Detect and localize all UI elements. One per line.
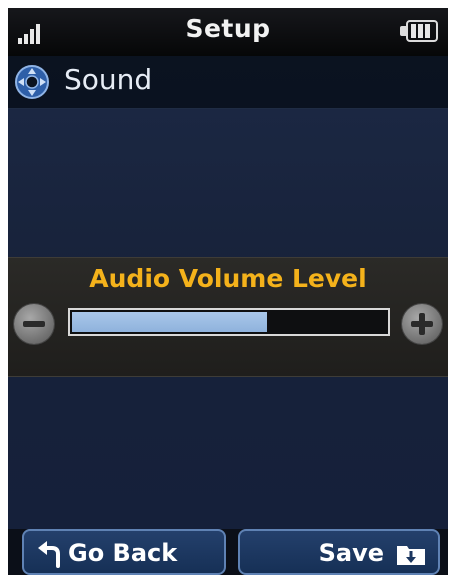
volume-slider[interactable]: [68, 308, 390, 336]
volume-increase-button[interactable]: [402, 304, 442, 344]
volume-decrease-button[interactable]: [14, 304, 54, 344]
go-back-label: Go Back: [68, 539, 178, 567]
minus-icon: [23, 321, 45, 327]
sub-header: Sound: [8, 56, 448, 109]
section-title: Sound: [64, 63, 153, 96]
back-arrow-icon: [38, 541, 60, 568]
content-area: Audio Volume Level: [8, 109, 448, 529]
nav-dpad-icon: [15, 65, 49, 99]
volume-panel: Audio Volume Level: [8, 257, 448, 377]
volume-label: Audio Volume Level: [89, 264, 367, 293]
save-label: Save: [318, 539, 384, 567]
save-button[interactable]: Save: [238, 529, 440, 575]
go-back-button[interactable]: Go Back: [22, 529, 226, 575]
screen-title: Setup: [185, 14, 271, 43]
battery-icon: [400, 20, 440, 44]
volume-slider-fill: [72, 312, 267, 332]
save-folder-icon: [397, 546, 425, 565]
softkey-bar: Go Back Save: [8, 529, 448, 575]
status-bar: Setup: [8, 8, 448, 56]
phone-screen: Setup Sound Audio Volume Level Go Back S…: [8, 8, 448, 575]
